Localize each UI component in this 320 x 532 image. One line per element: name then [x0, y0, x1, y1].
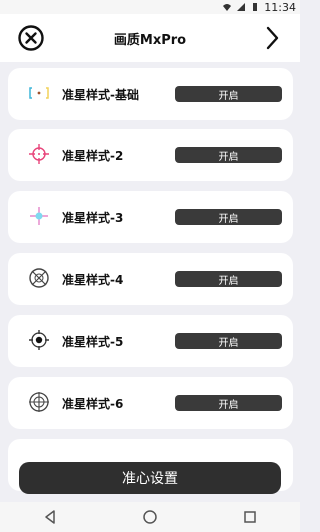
crosshair-scope-icon: [29, 268, 49, 288]
enable-button[interactable]: 开启: [175, 333, 282, 349]
enable-button[interactable]: 开启: [175, 271, 282, 287]
back-icon[interactable]: [42, 509, 58, 525]
list-item-label: 准星样式-5: [62, 335, 124, 349]
wifi-icon: [223, 4, 232, 11]
crosshair-cyan-icon: [30, 207, 48, 225]
list-item-label: 准星样式-基础: [62, 88, 139, 102]
list-item[interactable]: 准星样式-3 开启: [8, 191, 293, 243]
crosshair-settings-button[interactable]: 准心设置: [19, 462, 281, 494]
enable-button[interactable]: 开启: [175, 147, 282, 163]
enable-button[interactable]: 开启: [175, 86, 282, 102]
close-icon[interactable]: [17, 24, 45, 52]
status-time: 11:34: [264, 0, 296, 14]
list-item-label: 准星样式-4: [62, 273, 124, 287]
app-bar: 画质MxPro: [0, 14, 300, 62]
crosshair-list: 准星样式-基础 开启 准星样式-2 开启 准星样式-3 开启 准星样式-4 开启: [0, 62, 300, 502]
crosshair-basic-icon: [29, 87, 49, 99]
signal-icon: [237, 3, 246, 11]
status-bar: 11:34: [0, 0, 300, 14]
home-icon[interactable]: [142, 509, 158, 525]
system-nav-bar: [0, 502, 300, 532]
list-item[interactable]: 准星样式-2 开启: [8, 129, 293, 181]
chevron-right-icon[interactable]: [265, 24, 281, 52]
list-item[interactable]: 准星样式-5 开启: [8, 315, 293, 367]
crosshair-compass-icon: [29, 392, 49, 412]
list-item-label: 准星样式-6: [62, 397, 124, 411]
enable-button[interactable]: 开启: [175, 209, 282, 225]
list-item[interactable]: 准星样式-基础 开启: [8, 68, 293, 120]
battery-icon: [253, 3, 258, 11]
recents-icon[interactable]: [242, 509, 258, 525]
list-item-label: 准星样式-3: [62, 211, 124, 225]
list-item[interactable]: 准星样式-6 开启: [8, 377, 293, 429]
list-item-label: 准星样式-2: [62, 149, 124, 163]
list-item[interactable]: 准星样式-4 开启: [8, 253, 293, 305]
enable-button[interactable]: 开启: [175, 395, 282, 411]
crosshair-dot-icon: [29, 330, 49, 350]
crosshair-circle-icon: [29, 144, 49, 164]
page-title: 画质MxPro: [113, 32, 187, 48]
